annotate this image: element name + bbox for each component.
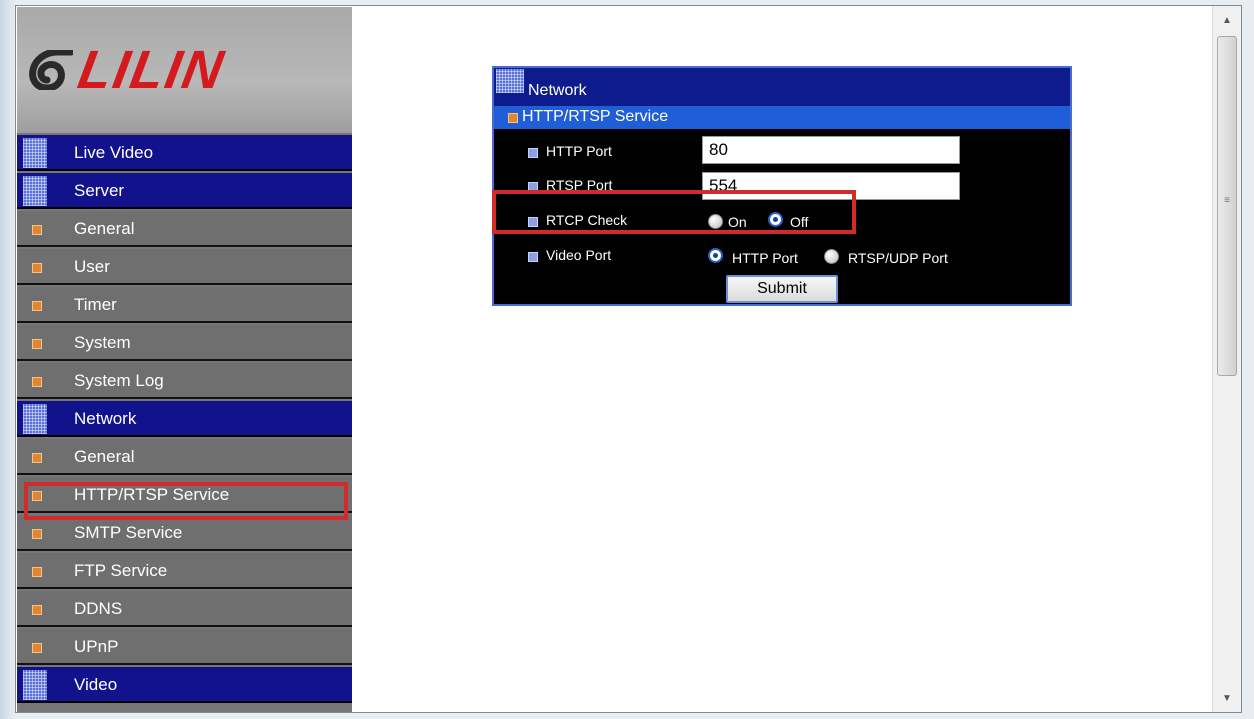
rtcp-check-label: RTCP Check xyxy=(546,212,628,228)
browser-viewport: LILIN Live Video Server General User Timer Sy… xyxy=(15,5,1242,713)
sidebar-item-label: UPnP xyxy=(74,637,119,656)
rtcp-off-label: Off xyxy=(790,214,809,230)
grid-icon xyxy=(496,69,524,93)
bullet-icon xyxy=(528,252,538,262)
sidebar-item-server[interactable]: Server xyxy=(17,173,352,209)
window-edge xyxy=(0,0,15,719)
sidebar-item-general[interactable]: General xyxy=(17,211,352,247)
sidebar-item-user[interactable]: User xyxy=(17,249,352,285)
scroll-down-icon[interactable]: ▼ xyxy=(1220,692,1234,706)
sidebar-item-label: Server xyxy=(74,181,125,200)
rtcp-on-label: On xyxy=(728,214,747,230)
sidebar-item-network[interactable]: Network xyxy=(17,401,352,437)
video-port-http-radio[interactable] xyxy=(708,248,723,263)
sidebar-item-upnp[interactable]: UPnP xyxy=(17,629,352,665)
bullet-icon xyxy=(508,113,518,123)
bullet-icon xyxy=(32,377,42,387)
sidebar-item-label: DDNS xyxy=(74,599,123,618)
sidebar-item-label: User xyxy=(74,257,110,276)
bullet-icon xyxy=(32,491,42,501)
sidebar-item-label: System xyxy=(74,333,131,352)
video-port-label: Video Port xyxy=(546,247,612,263)
sidebar-item-video[interactable]: Video xyxy=(17,667,352,703)
sidebar-item-system-log[interactable]: System Log xyxy=(17,363,352,399)
sidebar-item-timer[interactable]: Timer xyxy=(17,287,352,323)
sidebar: LILIN Live Video Server General User Timer Sy… xyxy=(17,7,352,712)
sidebar-item-label: Video xyxy=(74,675,118,694)
panel-title-bar: Network xyxy=(494,68,1070,106)
scroll-up-icon[interactable]: ▲ xyxy=(1220,14,1234,28)
panel-title: Network xyxy=(528,82,587,99)
bullet-icon xyxy=(32,263,42,273)
rtcp-on-radio[interactable] xyxy=(708,214,723,229)
bullet-icon xyxy=(32,643,42,653)
bullet-icon xyxy=(32,529,42,539)
sidebar-item-label: FTP Service xyxy=(74,561,168,580)
sidebar-item-label: General xyxy=(74,219,135,238)
bullet-icon xyxy=(528,217,538,227)
bullet-icon xyxy=(528,148,538,158)
grid-icon xyxy=(23,176,47,206)
sidebar-item-smtp-service[interactable]: SMTP Service xyxy=(17,515,352,551)
rtsp-port-input[interactable] xyxy=(702,172,960,200)
sidebar-item-label: System Log xyxy=(74,371,164,390)
vertical-scrollbar[interactable]: ▲ ≡ ▼ xyxy=(1212,6,1241,712)
bullet-icon xyxy=(32,301,42,311)
http-port-input[interactable] xyxy=(702,136,960,164)
grid-icon xyxy=(23,138,47,168)
grid-icon xyxy=(23,670,47,700)
sidebar-item-ddns[interactable]: DDNS xyxy=(17,591,352,627)
bullet-icon xyxy=(528,182,538,192)
sidebar-item-system[interactable]: System xyxy=(17,325,352,361)
bullet-icon xyxy=(32,567,42,577)
grip-icon: ≡ xyxy=(1224,195,1230,206)
network-settings-panel: Network HTTP/RTSP Service HTTP Port RTSP… xyxy=(492,66,1072,306)
bullet-icon xyxy=(32,339,42,349)
scrollbar-thumb[interactable]: ≡ xyxy=(1217,36,1237,376)
sidebar-item-label: HTTP/RTSP Service xyxy=(74,485,230,504)
sidebar-item-label: Live Video xyxy=(74,143,154,162)
sidebar-item-http-rtsp-service[interactable]: HTTP/RTSP Service xyxy=(17,477,352,513)
brand-logo-icon xyxy=(29,50,73,90)
brand-logo-text: LILIN xyxy=(73,40,230,100)
bullet-icon xyxy=(32,225,42,235)
video-port-http-label: HTTP Port xyxy=(732,250,798,266)
submit-button[interactable]: Submit xyxy=(726,275,838,303)
bullet-icon xyxy=(32,605,42,615)
sidebar-item-live-video[interactable]: Live Video xyxy=(17,135,352,171)
brand-logo: LILIN xyxy=(27,40,347,100)
sidebar-item-label: Network xyxy=(74,409,137,428)
rtsp-port-label: RTSP Port xyxy=(546,177,613,193)
sidebar-item-label: SMTP Service xyxy=(74,523,183,542)
sidebar-menu: Live Video Server General User Timer System Sy… xyxy=(17,135,352,705)
sidebar-item-ftp-service[interactable]: FTP Service xyxy=(17,553,352,589)
bullet-icon xyxy=(32,453,42,463)
http-port-label: HTTP Port xyxy=(546,143,612,159)
sidebar-item-label: General xyxy=(74,447,135,466)
grid-icon xyxy=(23,404,47,434)
video-port-rtsp-label: RTSP/UDP Port xyxy=(848,250,948,266)
video-port-rtsp-radio[interactable] xyxy=(824,249,839,264)
rtcp-off-radio[interactable] xyxy=(768,212,783,227)
panel-subtitle-bar: HTTP/RTSP Service xyxy=(494,106,1070,129)
logo-area: LILIN xyxy=(17,7,352,133)
sidebar-item-general[interactable]: General xyxy=(17,439,352,475)
panel-subtitle: HTTP/RTSP Service xyxy=(522,108,669,125)
sidebar-item-label: Timer xyxy=(74,295,117,314)
